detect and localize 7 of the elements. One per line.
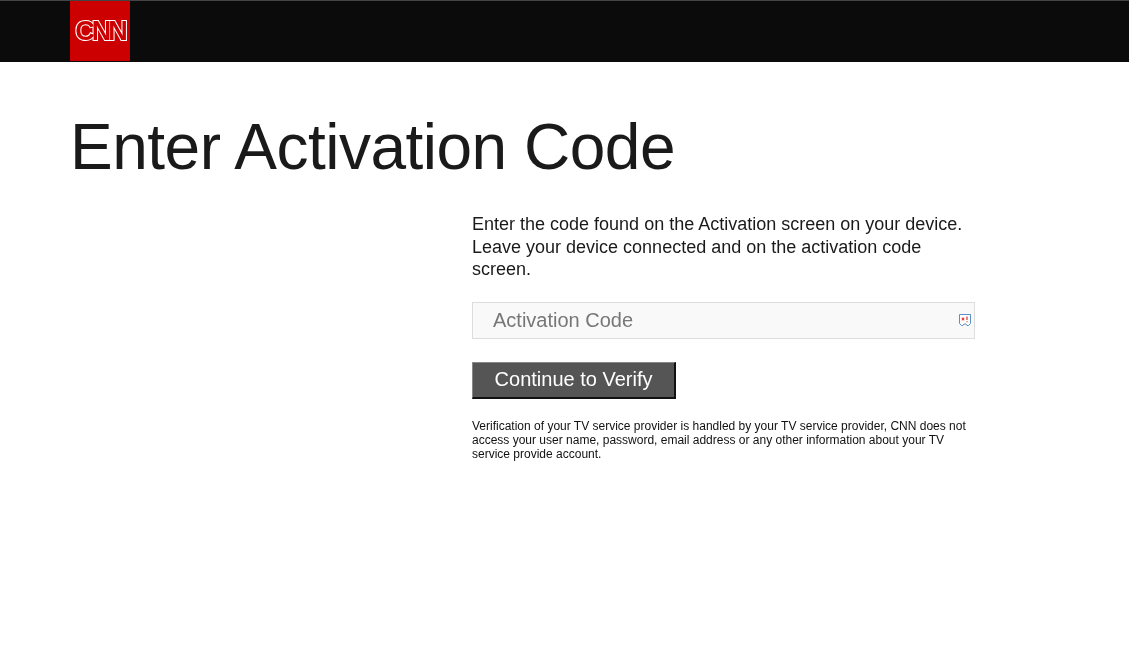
logo[interactable]: CNN: [70, 1, 130, 61]
instructions-text: Enter the code found on the Activation screen on your device. Leave your device connected and on the activation code screen.: [472, 213, 964, 281]
activation-code-field[interactable]: Activation Code: [472, 301, 975, 339]
disclaimer-text: Verification of your TV service provider is handled by your TV service provider, CNN does not access your user name, password, email address or any other information about your TV service provide account.: [472, 418, 967, 461]
page-title: Enter Activation Code: [70, 111, 676, 183]
password-manager-icon[interactable]: [958, 312, 972, 327]
continue-button[interactable]: Continue to Verify: [472, 361, 676, 399]
